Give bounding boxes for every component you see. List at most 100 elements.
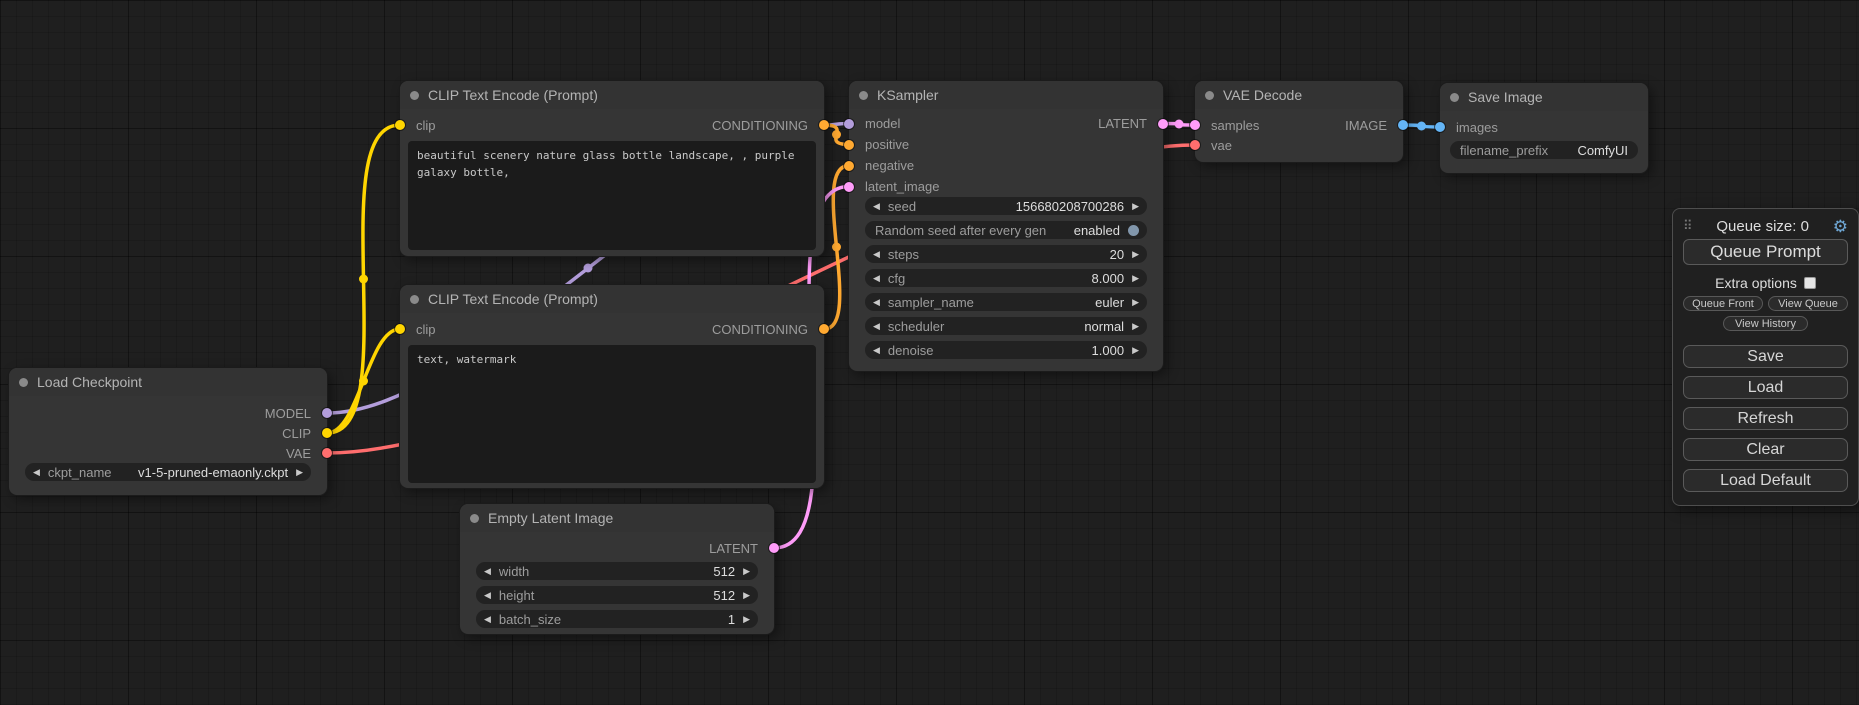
arrow-left-icon[interactable]: ◀	[873, 298, 880, 307]
collapse-dot-icon[interactable]	[410, 295, 419, 304]
arrow-left-icon[interactable]: ◀	[33, 468, 40, 477]
output-label-latent: LATENT	[709, 541, 758, 556]
port-images-input[interactable]	[1435, 122, 1445, 132]
widget-value: enabled	[1074, 223, 1120, 238]
node-empty-latent-image[interactable]: Empty Latent Image LATENT ◀ width 512 ▶ …	[460, 504, 774, 634]
arrow-right-icon[interactable]: ▶	[743, 615, 750, 624]
widget-batch-size[interactable]: ◀ batch_size 1 ▶	[476, 610, 758, 628]
arrow-right-icon[interactable]: ▶	[1132, 250, 1139, 259]
collapse-dot-icon[interactable]	[410, 91, 419, 100]
port-clip-input[interactable]	[395, 324, 405, 334]
widget-label: denoise	[888, 343, 934, 358]
widget-random-seed-toggle[interactable]: Random seed after every gen enabled	[865, 221, 1147, 239]
port-model-input[interactable]	[844, 119, 854, 129]
arrow-left-icon[interactable]: ◀	[873, 274, 880, 283]
graph-canvas[interactable]: Load Checkpoint MODEL CLIP VAE ◀ ckpt_na…	[0, 0, 1859, 705]
node-clip-text-encode-positive[interactable]: CLIP Text Encode (Prompt) clip CONDITION…	[400, 81, 824, 256]
port-negative-input[interactable]	[844, 161, 854, 171]
port-conditioning-output[interactable]	[819, 120, 829, 130]
arrow-right-icon[interactable]: ▶	[743, 567, 750, 576]
queue-front-button[interactable]: Queue Front	[1683, 296, 1763, 311]
port-latent-image-input[interactable]	[844, 182, 854, 192]
load-default-button[interactable]: Load Default	[1683, 469, 1848, 492]
extra-options-checkbox[interactable]	[1804, 277, 1816, 289]
port-vae-output[interactable]	[322, 448, 332, 458]
port-positive-input[interactable]	[844, 140, 854, 150]
node-title-bar[interactable]: CLIP Text Encode (Prompt)	[400, 285, 824, 313]
arrow-right-icon[interactable]: ▶	[1132, 346, 1139, 355]
port-samples-input[interactable]	[1190, 120, 1200, 130]
widget-scheduler[interactable]: ◀ scheduler normal ▶	[865, 317, 1147, 335]
widget-value: normal	[1084, 319, 1124, 334]
port-image-output[interactable]	[1398, 120, 1408, 130]
refresh-button[interactable]: Refresh	[1683, 407, 1848, 430]
widget-seed[interactable]: ◀ seed 156680208700286 ▶	[865, 197, 1147, 215]
load-button[interactable]: Load	[1683, 376, 1848, 399]
arrow-right-icon[interactable]: ▶	[743, 591, 750, 600]
link-midpoint-dot	[1175, 120, 1184, 129]
toggle-on-icon[interactable]	[1128, 225, 1139, 236]
node-title-bar[interactable]: Load Checkpoint	[9, 368, 327, 396]
widget-cfg[interactable]: ◀ cfg 8.000 ▶	[865, 269, 1147, 287]
input-label-samples: samples	[1211, 118, 1259, 133]
collapse-dot-icon[interactable]	[470, 514, 479, 523]
port-conditioning-output[interactable]	[819, 324, 829, 334]
widget-denoise[interactable]: ◀ denoise 1.000 ▶	[865, 341, 1147, 359]
arrow-left-icon[interactable]: ◀	[873, 346, 880, 355]
arrow-left-icon[interactable]: ◀	[873, 322, 880, 331]
arrow-left-icon[interactable]: ◀	[484, 615, 491, 624]
widget-ckpt-name[interactable]: ◀ ckpt_name v1-5-pruned-emaonly.ckpt ▶	[25, 463, 311, 481]
collapse-dot-icon[interactable]	[1205, 91, 1214, 100]
widget-width[interactable]: ◀ width 512 ▶	[476, 562, 758, 580]
node-title-bar[interactable]: VAE Decode	[1195, 81, 1403, 109]
settings-gear-icon[interactable]: ⚙	[1833, 218, 1848, 235]
view-history-button[interactable]: View History	[1723, 316, 1809, 331]
widget-steps[interactable]: ◀ steps 20 ▶	[865, 245, 1147, 263]
port-latent-output[interactable]	[1158, 119, 1168, 129]
queue-prompt-button[interactable]: Queue Prompt	[1683, 239, 1848, 265]
node-title-bar[interactable]: Save Image	[1440, 83, 1648, 111]
node-clip-text-encode-negative[interactable]: CLIP Text Encode (Prompt) clip CONDITION…	[400, 285, 824, 488]
node-title-bar[interactable]: CLIP Text Encode (Prompt)	[400, 81, 824, 109]
node-title: CLIP Text Encode (Prompt)	[428, 87, 598, 103]
port-vae-input[interactable]	[1190, 140, 1200, 150]
collapse-dot-icon[interactable]	[19, 378, 28, 387]
port-model-output[interactable]	[322, 408, 332, 418]
node-ksampler[interactable]: KSampler model LATENT positive negative …	[849, 81, 1163, 371]
negative-prompt-textarea[interactable]: text, watermark	[408, 345, 816, 483]
save-button[interactable]: Save	[1683, 345, 1848, 368]
widget-value: 8.000	[1092, 271, 1125, 286]
node-title-bar[interactable]: Empty Latent Image	[460, 504, 774, 532]
node-title: Save Image	[1468, 89, 1543, 105]
port-clip-input[interactable]	[395, 120, 405, 130]
clear-button[interactable]: Clear	[1683, 438, 1848, 461]
widget-sampler-name[interactable]: ◀ sampler_name euler ▶	[865, 293, 1147, 311]
collapse-dot-icon[interactable]	[1450, 93, 1459, 102]
drag-handle-icon[interactable]: ⠿	[1683, 218, 1693, 234]
widget-filename-prefix[interactable]: filename_prefix ComfyUI	[1450, 141, 1638, 159]
node-title-bar[interactable]: KSampler	[849, 81, 1163, 109]
positive-prompt-textarea[interactable]: beautiful scenery nature glass bottle la…	[408, 141, 816, 250]
output-label-conditioning: CONDITIONING	[712, 322, 808, 337]
input-label-latent-image: latent_image	[865, 179, 939, 194]
widget-height[interactable]: ◀ height 512 ▶	[476, 586, 758, 604]
widget-label: batch_size	[499, 612, 561, 627]
widget-label: sampler_name	[888, 295, 974, 310]
arrow-right-icon[interactable]: ▶	[1132, 274, 1139, 283]
node-save-image[interactable]: Save Image images filename_prefix ComfyU…	[1440, 83, 1648, 173]
arrow-right-icon[interactable]: ▶	[1132, 298, 1139, 307]
view-queue-button[interactable]: View Queue	[1768, 296, 1848, 311]
node-load-checkpoint[interactable]: Load Checkpoint MODEL CLIP VAE ◀ ckpt_na…	[9, 368, 327, 495]
arrow-left-icon[interactable]: ◀	[873, 202, 880, 211]
arrow-left-icon[interactable]: ◀	[484, 567, 491, 576]
arrow-left-icon[interactable]: ◀	[484, 591, 491, 600]
arrow-right-icon[interactable]: ▶	[1132, 322, 1139, 331]
node-vae-decode[interactable]: VAE Decode samples IMAGE vae	[1195, 81, 1403, 162]
arrow-right-icon[interactable]: ▶	[1132, 202, 1139, 211]
input-label-clip: clip	[416, 322, 436, 337]
port-clip-output[interactable]	[322, 428, 332, 438]
collapse-dot-icon[interactable]	[859, 91, 868, 100]
port-latent-output[interactable]	[769, 543, 779, 553]
arrow-right-icon[interactable]: ▶	[296, 468, 303, 477]
arrow-left-icon[interactable]: ◀	[873, 250, 880, 259]
